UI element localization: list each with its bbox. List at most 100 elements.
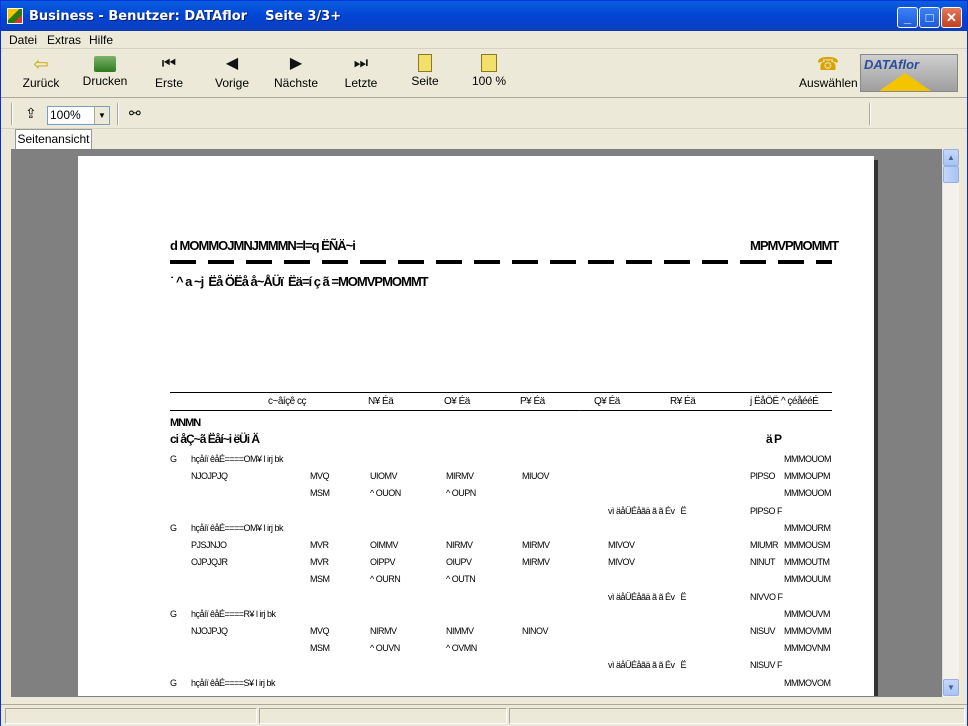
report-cell: OJPJQJR: [191, 557, 228, 568]
report-cell: NIMMV: [446, 626, 474, 636]
report-cell: hçåíï êåÉ====OM¥ l irj bk: [191, 522, 284, 533]
select-label: Auswählen: [799, 76, 858, 90]
col-header: P¥ Éä: [520, 396, 545, 407]
view-toolbar: ⇪ ⚯: [1, 99, 967, 129]
chevron-down-icon[interactable]: ▼: [94, 107, 109, 124]
back-label: Zurück: [22, 76, 60, 90]
binoculars-icon[interactable]: ⚯: [129, 105, 141, 122]
report-date: MPMVPMOMMT: [750, 238, 839, 253]
report-cell: G: [170, 677, 177, 688]
maximize-button[interactable]: □: [919, 7, 940, 28]
report-cell: hçåíï êåÉ====R¥ l irj bk: [191, 608, 276, 619]
report-cell: MIVOV: [608, 557, 635, 568]
report-cell: MMMOUOM: [784, 488, 832, 499]
scroll-up-button[interactable]: ▲: [943, 149, 959, 166]
report-cell: OIMMV: [370, 540, 399, 550]
previous-page-icon: ◀: [225, 55, 239, 72]
report-cell: vì äåÜÉåãä ã ã Év Ë: [608, 660, 687, 671]
report-cell: MSM: [310, 643, 330, 654]
col-header: R¥ Éä: [670, 396, 696, 407]
mouse-cursor-icon: [579, 393, 585, 411]
report-cell: MMMOUSM: [784, 540, 831, 550]
report-cell: NINUT: [750, 557, 776, 568]
select-icon: ☎: [816, 54, 840, 74]
col-header: c~âíçê cç: [268, 396, 307, 407]
report-cell: ^ OUON: [370, 488, 401, 499]
menu-datei[interactable]: Datei: [9, 33, 37, 47]
report-cell: MVR: [310, 540, 329, 550]
report-cell: MMMOURM: [784, 522, 831, 533]
status-panel: [259, 708, 507, 724]
minimize-button[interactable]: _: [897, 7, 918, 28]
page-button[interactable]: Seite: [407, 54, 443, 96]
preview-viewport[interactable]: d MOMMOJMNJMMMN=l=q ËÑÄ~i MPMVPMOMMT ˙ ^…: [11, 149, 942, 697]
tab-seitenansicht[interactable]: Seitenansicht: [15, 129, 92, 149]
report-cell: NIRMV: [446, 540, 473, 550]
report-cell: MMMOUOM: [784, 454, 832, 464]
col-header: Q¥ Éä: [594, 396, 620, 407]
print-button[interactable]: Drucken: [81, 54, 129, 96]
page-label: Seite: [411, 74, 439, 88]
report-cell: UIOMV: [370, 471, 398, 482]
zoom-label: 100 %: [471, 74, 507, 88]
back-button[interactable]: ⇦ Zurück: [19, 54, 63, 96]
report-cell: PIPSO F: [750, 505, 783, 516]
report-page: d MOMMOJMNJMMMN=l=q ËÑÄ~i MPMVPMOMMT ˙ ^…: [78, 156, 874, 696]
scroll-thumb[interactable]: [943, 166, 959, 183]
report-cell: ^ OURN: [370, 574, 401, 585]
report-cell: ^ OVMN: [446, 643, 477, 654]
report-cell: MVR: [310, 557, 329, 568]
report-cell: MIUMR: [750, 540, 779, 550]
first-page-icon: ⏮: [161, 55, 177, 72]
report-cell: NISUV: [750, 626, 776, 636]
group-unit: ä P: [766, 432, 782, 446]
previous-label: Vorige: [214, 76, 250, 90]
report-cell: ^ OUVN: [370, 643, 400, 654]
report-title: d MOMMOJMNJMMMN=l=q ËÑÄ~i: [170, 238, 356, 253]
report-cell: G: [170, 454, 177, 464]
title-bar: Business - Benutzer: DATAflor Seite 3/3+…: [1, 1, 967, 31]
previous-button[interactable]: ◀ Vorige: [211, 54, 253, 96]
menu-hilfe[interactable]: Hilfe: [89, 33, 113, 47]
next-button[interactable]: ▶ Nächste: [273, 54, 319, 96]
app-icon: [7, 8, 23, 24]
menu-extras[interactable]: Extras: [47, 33, 81, 47]
report-cell: NJOJPJQ: [191, 626, 228, 636]
report-cell: vì äåÜÉåãä ã ã Év Ë: [608, 505, 687, 516]
report-cell: MIVOV: [608, 540, 635, 550]
zoom-select[interactable]: 100% ▼: [47, 106, 110, 125]
status-panel: [5, 708, 257, 724]
status-panel: [509, 708, 965, 724]
zoom-select-value: 100%: [50, 108, 81, 122]
select-button[interactable]: ☎ Auswählen: [799, 54, 858, 96]
last-button[interactable]: ⏭ Letzte: [341, 54, 381, 96]
col-header: j ËåÖË ^ çéåééÉ: [750, 396, 819, 407]
report-cell: NINOV: [522, 626, 549, 636]
report-cell: MSM: [310, 574, 330, 585]
report-cell: MVQ: [310, 626, 330, 636]
scroll-down-button[interactable]: ▼: [943, 679, 959, 696]
zoom-page-icon: [481, 54, 497, 72]
header-rule-bottom: [170, 410, 832, 411]
vertical-scrollbar[interactable]: ▲ ▼: [942, 149, 959, 697]
export-icon[interactable]: ⇪: [25, 105, 37, 122]
next-label: Nächste: [273, 76, 319, 90]
report-cell: MMMOVOM: [784, 677, 831, 688]
menu-bar: Datei Extras Hilfe: [1, 31, 967, 49]
report-cell: MMMOUUM: [784, 574, 831, 585]
report-cell: NISUV F: [750, 660, 783, 671]
printer-icon: [94, 56, 116, 72]
col-header: N¥ Éä: [368, 396, 394, 407]
last-page-icon: ⏭: [353, 55, 369, 72]
report-cell: PIPSO: [750, 471, 776, 482]
main-toolbar: ⇦ Zurück Drucken ⏮ Erste ◀ Vorige ▶ Näch…: [1, 50, 967, 98]
report-cell: NIVVO F: [750, 591, 783, 602]
title-divider: [170, 260, 832, 264]
close-button[interactable]: ✕: [941, 7, 962, 28]
next-page-icon: ▶: [289, 55, 303, 72]
page-icon: [418, 54, 432, 72]
report-cell: MIRMV: [522, 557, 550, 568]
zoom-100-button[interactable]: 100 %: [469, 54, 509, 96]
report-cell: MSM: [310, 488, 330, 499]
first-button[interactable]: ⏮ Erste: [149, 54, 189, 96]
